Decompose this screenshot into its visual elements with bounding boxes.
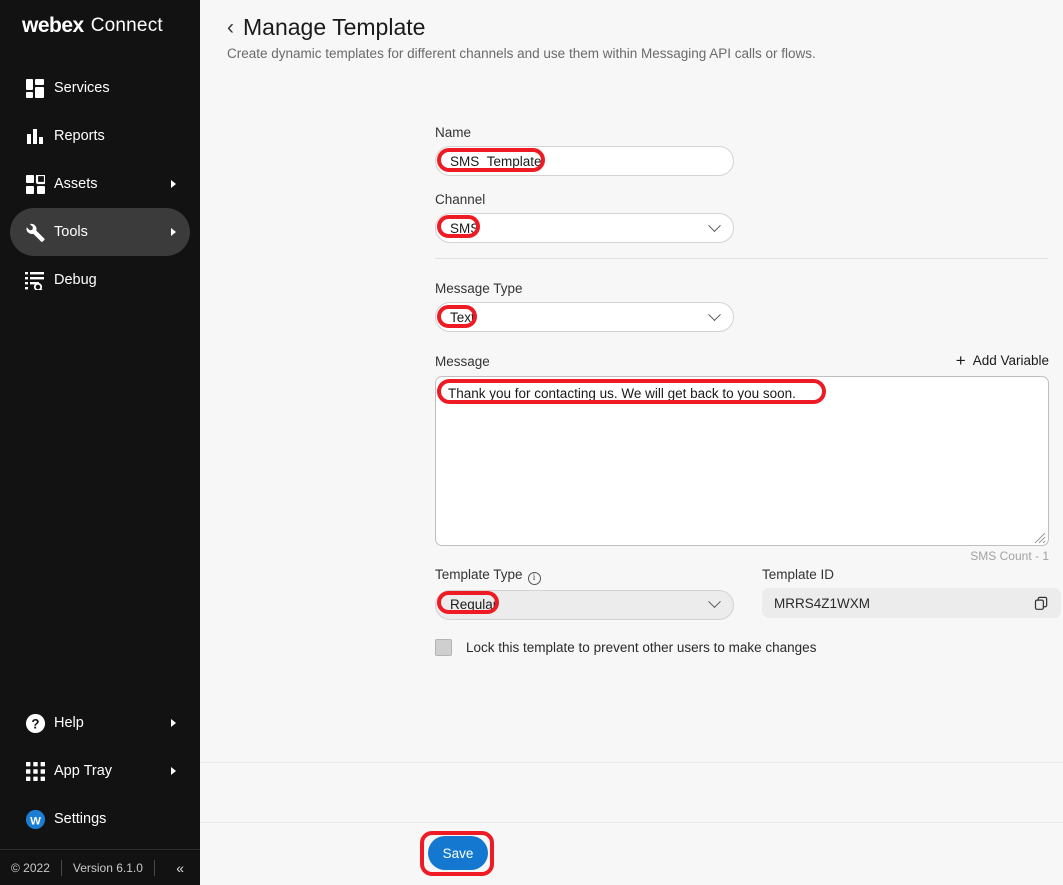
field-template-type: Template Type i Regular [435,567,734,620]
template-id-value: MRRS4Z1WXM [774,595,871,611]
version-text: Version 6.1.0 [72,860,143,875]
footer-divider-top [200,762,1063,763]
template-meta-row: Template Type i Regular Template ID MRRS4… [435,567,1061,620]
add-variable-button[interactable]: + Add Variable [956,352,1049,369]
services-icon [16,78,54,98]
plus-icon: + [955,351,966,370]
add-variable-label: Add Variable [972,353,1049,368]
sidebar-item-label: Help [54,715,84,731]
app-root: webex Connect Services Reports Assets To… [0,0,1063,885]
copy-icon[interactable] [1034,596,1049,611]
message-textarea-value: Thank you for contacting us. We will get… [448,386,796,401]
sidebar-item-label: Assets [54,176,98,192]
channel-label: Channel [435,192,486,207]
sidebar-item-label: Debug [54,272,97,288]
channel-select[interactable]: SMS [435,213,734,243]
page-subtitle: Create dynamic templates for different c… [227,46,816,61]
footer-divider [153,859,155,876]
message-type-select[interactable]: Text [435,302,734,332]
message-type-label: Message Type [435,281,523,296]
sidebar-item-label: Reports [54,128,105,144]
message-label: Message [435,354,490,369]
sidebar-item-settings[interactable]: W Settings [10,795,190,843]
template-type-select-value: Regular [450,597,498,612]
sidebar-item-label: Settings [54,811,107,827]
sidebar-item-debug[interactable]: Debug [10,256,190,304]
sidebar-item-reports[interactable]: Reports [10,112,190,160]
app-tray-icon [16,761,54,781]
sms-count-text: SMS Count - 1 [970,549,1049,563]
tools-icon [16,222,54,243]
copyright-text: © 2022 [11,860,50,875]
field-channel: Channel SMS [435,192,734,243]
field-message: Message + Add Variable Thank you for con… [435,352,1049,563]
brand-primary: webex [22,14,84,37]
message-type-select-value: Text [450,309,475,325]
sidebar-nav-bottom: ? Help App Tray W Settings [0,699,200,849]
debug-icon [16,271,54,290]
chevron-left-icon[interactable]: ‹ [227,17,234,38]
chevron-down-icon [708,595,721,609]
sidebar-nav-top: Services Reports Assets Tools Debug [0,64,200,304]
sidebar-footer: © 2022 Version 6.1.0 « [0,849,200,885]
chevron-right-icon [171,767,176,775]
resize-handle-icon[interactable] [1034,531,1046,544]
template-type-label-text: Template Type [435,567,523,582]
collapse-sidebar-icon[interactable]: « [160,860,200,876]
webex-settings-icon: W [16,809,54,830]
field-name: Name SMS_Template [435,125,734,176]
help-icon: ? [16,713,54,734]
sidebar-item-services[interactable]: Services [10,64,190,112]
section-divider [435,258,1048,259]
lock-template-checkbox[interactable] [435,639,452,656]
brand-secondary: Connect [90,15,163,36]
field-template-id: Template ID MRRS4Z1WXM [762,567,1061,620]
chevron-right-icon [171,228,176,236]
svg-text:W: W [30,815,41,827]
chevron-down-icon [708,307,721,321]
sidebar-item-label: Services [54,80,110,96]
name-input-value: SMS_Template [450,153,542,169]
sidebar-item-assets[interactable]: Assets [10,160,190,208]
template-id-value-box: MRRS4Z1WXM [762,588,1061,618]
template-type-select[interactable]: Regular [435,589,734,620]
sidebar: webex Connect Services Reports Assets To… [0,0,200,885]
sidebar-item-label: App Tray [54,763,113,779]
page-title-row: ‹ Manage Template [227,14,1063,41]
template-id-label: Template ID [762,567,835,582]
save-button[interactable]: Save [428,836,488,870]
info-icon[interactable]: i [527,571,541,585]
chevron-right-icon [171,719,176,727]
message-textarea[interactable]: Thank you for contacting us. We will get… [435,376,1049,546]
field-message-type: Message Type Text [435,281,734,332]
lock-template-label: Lock this template to prevent other user… [466,640,817,655]
message-header-row: Message + Add Variable [435,352,1049,369]
brand-logo[interactable]: webex Connect [0,0,200,52]
sidebar-item-label: Tools [54,224,88,240]
page-header: ‹ Manage Template Create dynamic templat… [200,0,1063,61]
sidebar-item-help[interactable]: ? Help [10,699,190,747]
page-title: Manage Template [243,14,426,40]
lock-template-row: Lock this template to prevent other user… [435,639,816,656]
svg-text:?: ? [31,716,39,731]
channel-select-value: SMS [450,220,480,236]
sidebar-item-tools[interactable]: Tools [10,208,190,256]
assets-icon [16,174,54,194]
chevron-right-icon [171,180,176,188]
footer-divider-bottom [200,822,1063,823]
main-content: ‹ Manage Template Create dynamic templat… [200,0,1063,885]
sidebar-item-app-tray[interactable]: App Tray [10,747,190,795]
template-type-label: Template Type i [435,567,734,585]
reports-icon [16,127,54,146]
chevron-down-icon [708,218,721,232]
name-label: Name [435,125,472,140]
save-button-wrap: Save [428,836,488,870]
name-input[interactable]: SMS_Template [435,146,734,176]
